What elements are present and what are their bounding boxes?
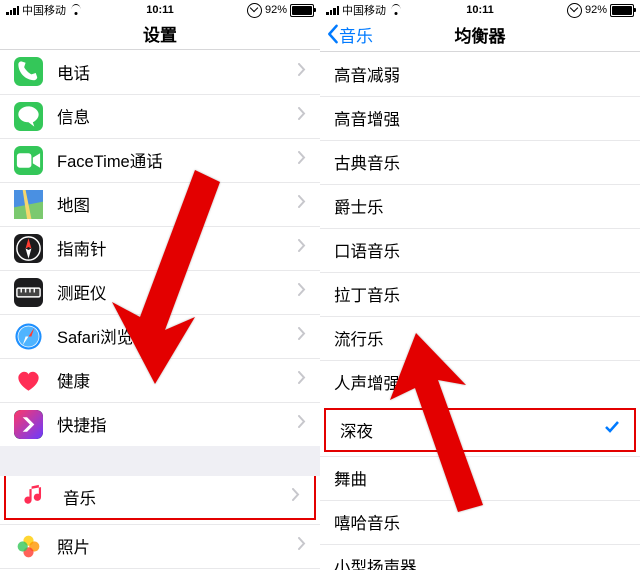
settings-row[interactable]: 指南针 — [0, 226, 320, 270]
row-label: 健康 — [57, 368, 298, 392]
signal-icon — [326, 5, 339, 15]
status-bar: 中国移动 10:11 92% — [0, 0, 320, 18]
equalizer-row[interactable]: 口语音乐 — [320, 228, 640, 272]
row-label: 口语音乐 — [334, 238, 626, 262]
chevron-right-icon — [298, 151, 306, 169]
nav-bar: 设置 — [0, 18, 320, 50]
chevron-right-icon — [298, 107, 306, 125]
battery-percent: 92% — [585, 4, 607, 16]
safari-icon — [14, 322, 43, 351]
settings-row[interactable]: 照片 — [0, 524, 320, 568]
chevron-right-icon — [298, 63, 306, 81]
equalizer-row[interactable]: 人声增强 — [320, 360, 640, 404]
settings-row[interactable]: 快捷指 — [0, 402, 320, 446]
row-label: 地图 — [57, 192, 298, 216]
settings-list: 电话信息 FaceTime通话地图指南针测距仪 Safari浏览器健康快捷指 音乐照… — [0, 50, 320, 570]
row-label: 流行乐 — [334, 326, 626, 350]
chevron-right-icon — [298, 283, 306, 301]
time-label: 10:11 — [146, 4, 174, 16]
row-label: 嘻哈音乐 — [334, 510, 626, 534]
page-title: 均衡器 — [455, 22, 506, 47]
maps-icon — [14, 190, 43, 219]
page-title: 设置 — [143, 21, 177, 46]
equalizer-row[interactable]: 深夜 — [324, 408, 636, 452]
equalizer-row[interactable]: 爵士乐 — [320, 184, 640, 228]
equalizer-screen: 中国移动 10:11 92% 音乐 均衡器 高音减弱高音增强古典音乐爵士乐口语音… — [320, 0, 640, 570]
wifi-icon — [389, 5, 402, 15]
row-label: 深夜 — [340, 418, 604, 442]
back-button[interactable]: 音乐 — [326, 22, 373, 47]
facetime-icon — [14, 146, 43, 175]
row-label: 小型扬声器 — [334, 554, 626, 570]
orientation-lock-icon — [567, 3, 582, 18]
settings-row[interactable]: 测距仪 — [0, 270, 320, 314]
row-label: 测距仪 — [57, 280, 298, 304]
time-label: 10:11 — [466, 4, 494, 16]
equalizer-row[interactable]: 高音增强 — [320, 96, 640, 140]
settings-row[interactable]: 地图 — [0, 182, 320, 226]
settings-row[interactable]: 电话 — [0, 50, 320, 94]
chevron-right-icon — [298, 327, 306, 345]
equalizer-row[interactable]: 小型扬声器 — [320, 544, 640, 570]
chevron-right-icon — [298, 537, 306, 555]
settings-screen: 中国移动 10:11 92% 设置 电话信息 FaceTime通话地图指南针测距仪… — [0, 0, 320, 570]
equalizer-row[interactable]: 舞曲 — [320, 456, 640, 500]
settings-row[interactable]: 健康 — [0, 358, 320, 402]
row-label: 拉丁音乐 — [334, 282, 626, 306]
carrier-label: 中国移动 — [22, 2, 66, 18]
equalizer-row[interactable]: 拉丁音乐 — [320, 272, 640, 316]
chevron-right-icon — [292, 488, 300, 506]
row-label: 指南针 — [57, 236, 298, 260]
row-label: 照片 — [57, 534, 298, 558]
status-bar: 中国移动 10:11 92% — [320, 0, 640, 18]
row-label: FaceTime通话 — [57, 148, 298, 172]
row-label: 信息 — [57, 104, 298, 128]
row-label: Safari浏览器 — [57, 324, 298, 348]
compass-icon — [14, 234, 43, 263]
row-label: 快捷指 — [57, 412, 298, 436]
battery-icon — [610, 4, 634, 17]
row-label: 爵士乐 — [334, 194, 626, 218]
chevron-right-icon — [298, 415, 306, 433]
settings-row[interactable]: Safari浏览器 — [0, 314, 320, 358]
row-label: 高音增强 — [334, 106, 626, 130]
equalizer-row[interactable]: 古典音乐 — [320, 140, 640, 184]
chevron-right-icon — [298, 195, 306, 213]
settings-row[interactable]: 信息 — [0, 94, 320, 138]
chevron-right-icon — [298, 239, 306, 257]
equalizer-row[interactable]: 嘻哈音乐 — [320, 500, 640, 544]
music-icon — [20, 482, 49, 511]
equalizer-list: 高音减弱高音增强古典音乐爵士乐口语音乐拉丁音乐流行乐人声增强深夜舞曲嘻哈音乐小型… — [320, 52, 640, 570]
nav-bar: 音乐 均衡器 — [320, 18, 640, 52]
battery-percent: 92% — [265, 4, 287, 16]
checkmark-icon — [604, 420, 620, 439]
message-icon — [14, 102, 43, 131]
carrier-label: 中国移动 — [342, 2, 386, 18]
settings-row[interactable]: 音乐 — [4, 476, 316, 520]
photos-icon — [14, 532, 43, 561]
phone-icon — [14, 57, 43, 86]
equalizer-row[interactable]: 流行乐 — [320, 316, 640, 360]
health-icon — [14, 366, 43, 395]
chevron-right-icon — [298, 371, 306, 389]
shortcuts-icon — [14, 410, 43, 439]
signal-icon — [6, 5, 19, 15]
row-label: 音乐 — [63, 485, 292, 509]
equalizer-row[interactable]: 高音减弱 — [320, 52, 640, 96]
orientation-lock-icon — [247, 3, 262, 18]
row-label: 古典音乐 — [334, 150, 626, 174]
measure-icon — [14, 278, 43, 307]
row-label: 高音减弱 — [334, 62, 626, 86]
wifi-icon — [69, 5, 82, 15]
row-label: 人声增强 — [334, 370, 626, 394]
battery-icon — [290, 4, 314, 17]
settings-row[interactable]: FaceTime通话 — [0, 138, 320, 182]
row-label: 电话 — [57, 60, 298, 84]
row-label: 舞曲 — [334, 466, 626, 490]
